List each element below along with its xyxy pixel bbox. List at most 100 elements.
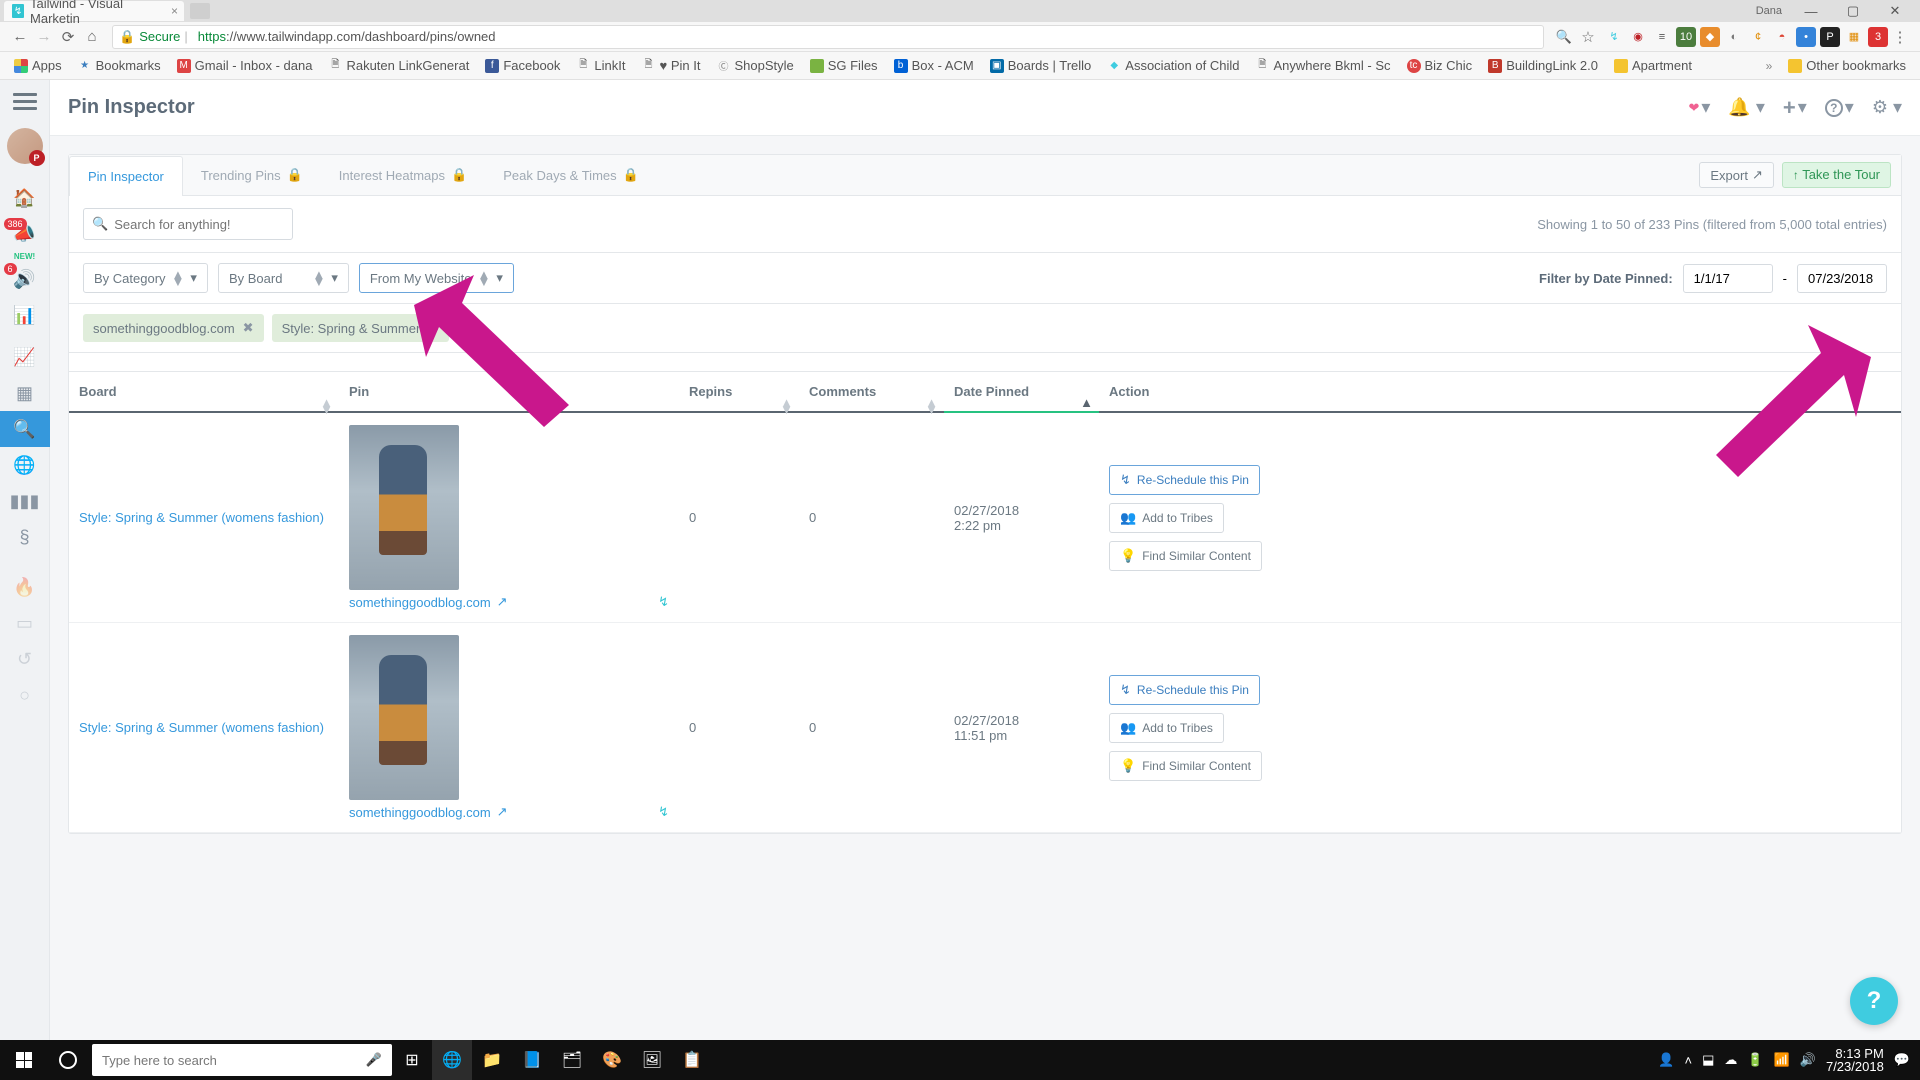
ext-icon-6[interactable]: • (1796, 27, 1816, 47)
col-repins[interactable]: Repins▲▼ (679, 372, 799, 413)
app-taskbar-icon-1[interactable]: 📘 (512, 1040, 552, 1080)
chrome-user[interactable]: Dana (1756, 5, 1790, 17)
history-rail-icon[interactable]: ↺ (0, 641, 50, 677)
tab-trending-pins[interactable]: Trending Pins 🔒 (183, 155, 321, 195)
col-comments[interactable]: Comments▲▼ (799, 372, 944, 413)
new-tab-button[interactable] (190, 3, 210, 19)
board-link[interactable]: Style: Spring & Summer (womens fashion) (79, 510, 324, 525)
bookmark-item[interactable]: 🗎LinkIt (570, 56, 631, 75)
export-button[interactable]: Export ↗ (1699, 162, 1773, 188)
bookmark-item[interactable]: tcBiz Chic (1401, 56, 1479, 75)
app-taskbar-icon-5[interactable]: 📋 (672, 1040, 712, 1080)
source-link[interactable]: somethinggoodblog.com (349, 805, 491, 820)
chrome-menu-icon[interactable]: ⋮ (1888, 25, 1912, 49)
source-link[interactable]: somethinggoodblog.com (349, 595, 491, 610)
referral-icon[interactable]: § (0, 519, 50, 555)
tray-onedrive-icon[interactable]: ☁ (1724, 1052, 1737, 1068)
cortana-icon[interactable] (48, 1051, 88, 1069)
heart-menu[interactable]: ❤ ▾ (1688, 95, 1710, 121)
bell-menu[interactable]: 🔔 ▾ (1728, 95, 1764, 121)
task-view-icon[interactable]: ⊞ (392, 1040, 432, 1080)
organic-icon[interactable]: ▮▮▮ (0, 483, 50, 519)
from-website-dropdown[interactable]: From My Website▲▼▾ (359, 263, 514, 293)
date-from-input[interactable] (1683, 264, 1773, 293)
reload-icon[interactable]: ⟳ (56, 25, 80, 49)
apps-shortcut[interactable]: Apps (8, 56, 68, 75)
find-similar-button[interactable]: 💡 Find Similar Content (1109, 541, 1262, 571)
ext-icon-4[interactable]: ¢ (1748, 27, 1768, 47)
reschedule-button[interactable]: ↯ Re-Schedule this Pin (1109, 675, 1260, 705)
external-icon[interactable]: ↗ (497, 594, 508, 610)
close-icon[interactable]: ✖ (243, 320, 254, 336)
tray-battery-icon[interactable]: 🔋 (1747, 1052, 1763, 1068)
ext-icon-1[interactable]: 10 (1676, 27, 1696, 47)
tray-wifi-icon[interactable]: 📶 (1774, 1052, 1790, 1068)
bookmark-item[interactable]: ▣Boards | Trello (984, 56, 1098, 75)
star-icon[interactable]: ☆ (1576, 25, 1600, 49)
col-pin[interactable]: Pin (339, 372, 679, 413)
tailwind-ext-icon[interactable]: ↯ (1604, 27, 1624, 47)
zoom-icon[interactable]: 🔍 (1552, 25, 1576, 49)
search-input-wrap[interactable]: 🔍 (83, 208, 293, 240)
find-similar-button[interactable]: 💡 Find Similar Content (1109, 751, 1262, 781)
bookmark-item[interactable]: ⒸShopStyle (710, 56, 799, 75)
browser-tab[interactable]: ↯ Tailwind - Visual Marketin × (4, 1, 184, 21)
bookmark-item[interactable]: bBox - ACM (888, 56, 980, 75)
bookmark-item[interactable]: 🗎Rakuten LinkGenerat (322, 56, 475, 75)
forward-icon[interactable]: → (32, 25, 56, 49)
tray-people-icon[interactable]: 👤 (1658, 1052, 1674, 1068)
website-insights-icon[interactable]: 🌐 (0, 447, 50, 483)
filter-chip-board[interactable]: Style: Spring & Summer✖ (272, 314, 450, 342)
close-icon[interactable]: ✖ (428, 320, 439, 336)
ext-icon-9[interactable]: 3 (1868, 27, 1888, 47)
profile-perf-icon[interactable]: 📈 (0, 339, 50, 375)
col-date-pinned[interactable]: Date Pinned▲ (944, 372, 1099, 413)
tab-interest-heatmaps[interactable]: Interest Heatmaps 🔒 (321, 155, 485, 195)
explorer-taskbar-icon[interactable]: 📁 (472, 1040, 512, 1080)
ext-icon-7[interactable]: P (1820, 27, 1840, 47)
app-taskbar-icon-4[interactable]: 🖼 (632, 1040, 672, 1080)
board-insights-icon[interactable]: ▦ (0, 375, 50, 411)
home-rail-icon[interactable]: 🏠 (0, 180, 50, 216)
pin-thumbnail[interactable] (349, 425, 459, 590)
ext-icon-8[interactable]: ▦ (1844, 27, 1864, 47)
by-category-dropdown[interactable]: By Category▲▼▾ (83, 263, 208, 293)
bookmark-item[interactable]: SG Files (804, 56, 884, 75)
bookmark-item[interactable]: BBuildingLink 2.0 (1482, 56, 1604, 75)
hamburger-icon[interactable] (0, 80, 50, 122)
filter-chip-website[interactable]: somethinggoodblog.com✖ (83, 314, 264, 342)
pinterest-ext-icon[interactable]: ◉ (1628, 27, 1648, 47)
ext-icon-3[interactable]: ◐ (1724, 27, 1744, 47)
window-close-icon[interactable]: ✕ (1874, 0, 1916, 22)
date-to-input[interactable] (1797, 264, 1887, 293)
tab-peak-days[interactable]: Peak Days & Times 🔒 (485, 155, 657, 195)
tray-chevron-icon[interactable]: ˄ (1685, 1053, 1693, 1068)
chart-rail-icon[interactable]: 📊 (0, 297, 50, 333)
bookmark-item[interactable]: ★Bookmarks (72, 56, 167, 75)
chrome-taskbar-icon[interactable]: 🌐 (432, 1040, 472, 1080)
mic-icon[interactable]: 🎤 (366, 1052, 382, 1068)
tray-clock[interactable]: 8:13 PM 7/23/2018 (1826, 1047, 1884, 1073)
megaphone-rail-icon[interactable]: 386 📣 (0, 216, 50, 252)
bullhorn-rail-icon[interactable]: 6 🔊 (0, 261, 50, 297)
card-rail-icon[interactable]: ▭ (0, 605, 50, 641)
tray-notification-icon[interactable]: 💬 (1894, 1052, 1910, 1068)
add-to-tribes-button[interactable]: 👥 Add to Tribes (1109, 713, 1224, 743)
gear-menu[interactable]: ⚙ ▾ (1872, 95, 1902, 121)
start-button[interactable] (0, 1040, 48, 1080)
back-icon[interactable]: ← (8, 25, 32, 49)
col-board[interactable]: Board▲▼ (69, 372, 339, 413)
taskbar-search[interactable]: Type here to search 🎤 (92, 1044, 392, 1076)
bookmark-item[interactable]: 🗎♥ Pin It (635, 56, 706, 75)
bookmark-item[interactable]: fFacebook (479, 56, 566, 75)
bookmark-item[interactable]: ◆Association of Child (1101, 56, 1245, 75)
take-tour-button[interactable]: ↑ Take the Tour (1782, 162, 1891, 188)
external-icon[interactable]: ↗ (497, 804, 508, 820)
circle-rail-icon[interactable]: ○ (0, 677, 50, 713)
pin-thumbnail[interactable] (349, 635, 459, 800)
add-to-tribes-button[interactable]: 👥 Add to Tribes (1109, 503, 1224, 533)
board-link[interactable]: Style: Spring & Summer (womens fashion) (79, 720, 324, 735)
bookmark-item[interactable]: MGmail - Inbox - dana (171, 56, 319, 75)
search-input[interactable] (114, 217, 290, 232)
close-tab-icon[interactable]: × (171, 4, 178, 18)
